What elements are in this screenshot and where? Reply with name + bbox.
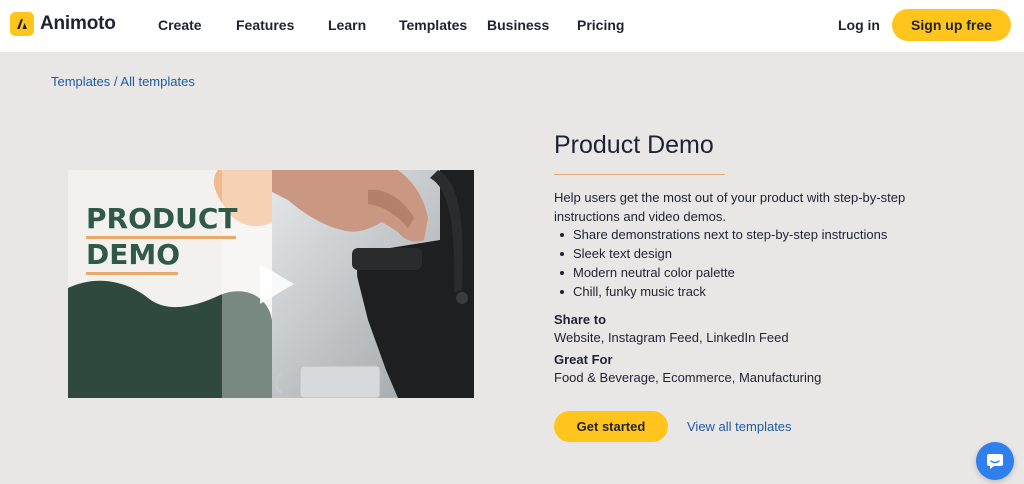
signup-button[interactable]: Sign up free xyxy=(892,9,1011,41)
template-preview-art: PRODUCT DEMO xyxy=(68,170,474,398)
animoto-logo[interactable]: Animoto xyxy=(10,12,116,36)
site-header: Animoto Create Features Learn Templates … xyxy=(0,0,1024,52)
feature-item: Sleek text design xyxy=(555,244,887,263)
logo-text: Animoto xyxy=(40,13,116,34)
feature-item: Chill, funky music track xyxy=(555,282,887,301)
chat-bubble-icon xyxy=(987,454,1003,469)
feature-item: Modern neutral color palette xyxy=(555,263,887,282)
login-link[interactable]: Log in xyxy=(838,17,880,33)
template-description: Help users get the most out of your prod… xyxy=(554,190,906,224)
chat-button[interactable] xyxy=(976,442,1014,480)
animoto-logo-icon xyxy=(10,12,34,36)
feature-list: Share demonstrations next to step-by-ste… xyxy=(555,225,887,301)
share-to-value: Website, Instagram Feed, LinkedIn Feed xyxy=(554,330,789,345)
breadcrumb-all-templates[interactable]: All templates xyxy=(120,74,194,89)
share-to-label: Share to xyxy=(554,312,607,327)
nav-pricing[interactable]: Pricing xyxy=(577,17,624,33)
nav-learn[interactable]: Learn xyxy=(328,17,366,33)
breadcrumb: Templates / All templates xyxy=(51,74,195,89)
get-started-button[interactable]: Get started xyxy=(554,411,668,442)
title-divider xyxy=(554,174,725,175)
template-preview-thumbnail[interactable]: PRODUCT DEMO xyxy=(68,170,474,398)
great-for-value: Food & Beverage, Ecommerce, Manufacturin… xyxy=(554,370,822,385)
feature-item: Share demonstrations next to step-by-ste… xyxy=(555,225,887,244)
view-all-templates-link[interactable]: View all templates xyxy=(687,419,792,434)
nav-templates[interactable]: Templates xyxy=(399,17,467,33)
thumbnail-title-line2: DEMO xyxy=(86,238,180,271)
nav-business[interactable]: Business xyxy=(487,17,549,33)
nav-create[interactable]: Create xyxy=(158,17,202,33)
breadcrumb-separator: / xyxy=(113,74,118,89)
breadcrumb-templates[interactable]: Templates xyxy=(51,74,110,89)
great-for-label: Great For xyxy=(554,352,613,367)
thumbnail-title-line1: PRODUCT xyxy=(86,202,238,235)
template-title: Product Demo xyxy=(554,131,714,159)
nav-features[interactable]: Features xyxy=(236,17,294,33)
